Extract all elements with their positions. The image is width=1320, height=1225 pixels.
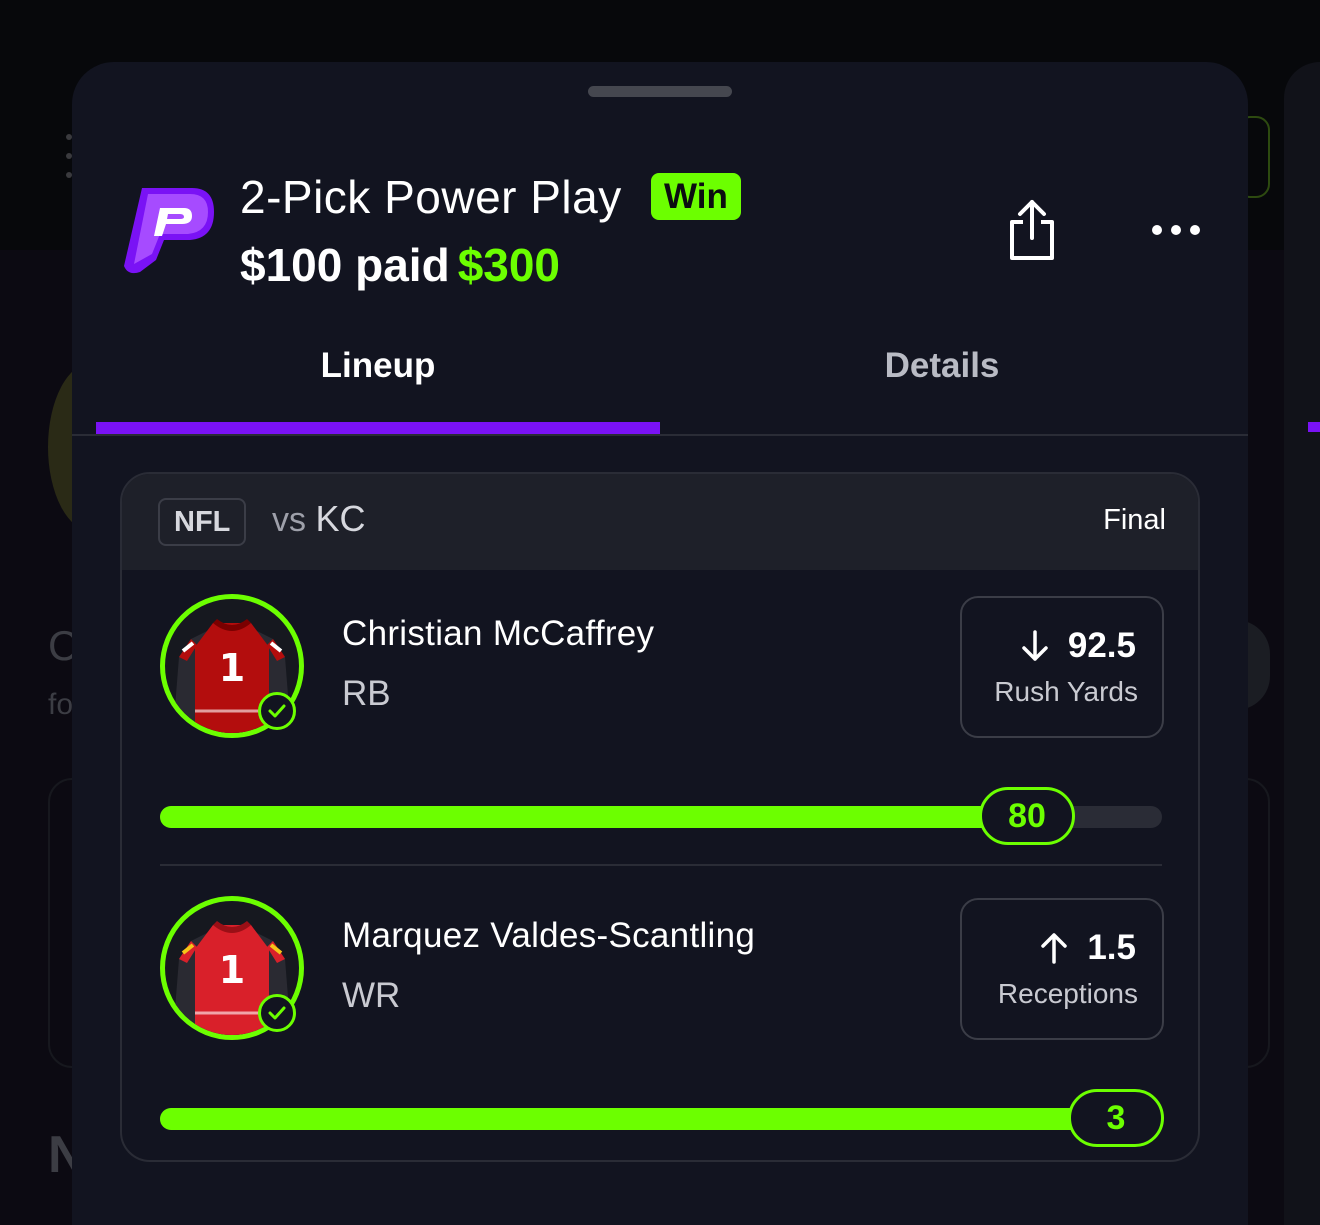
won-amount: $300 (457, 239, 561, 291)
game-status: Final (1103, 504, 1166, 536)
pick-divider (160, 864, 1162, 866)
line-value: 92.5 (1067, 626, 1136, 665)
vs-prefix: vs (272, 501, 306, 539)
jersey-number: 1 (219, 646, 245, 690)
league-badge: NFL (158, 498, 247, 546)
lineup-card: NFL vs KC Final 1 Christian McCaffrey RB… (120, 472, 1200, 1162)
game-header: NFL vs KC Final (122, 474, 1198, 570)
more-options-button[interactable] (1144, 210, 1208, 250)
opponent-label: vs KC (272, 498, 365, 540)
jersey-number: 1 (219, 948, 245, 992)
entry-title: 2-Pick Power Play (240, 171, 622, 223)
arrow-up-icon (1041, 933, 1068, 964)
check-icon (258, 994, 296, 1032)
progress-fill (160, 1108, 1162, 1130)
player-name: Christian McCaffrey (342, 614, 655, 653)
app-logo (120, 178, 218, 276)
more-dots-icon (1152, 225, 1162, 235)
entry-detail-sheet: 2-Pick Power Play Win $100 paid $300 Line… (72, 62, 1248, 1225)
projection-box: 92.5 Rush Yards (960, 596, 1164, 738)
arrow-down-icon (1022, 630, 1048, 661)
share-icon (1010, 200, 1054, 260)
share-button[interactable] (1000, 196, 1064, 264)
background-sheet (1284, 62, 1320, 1225)
active-tab-indicator (96, 422, 660, 434)
paid-amount: $100 paid (240, 239, 450, 291)
progress-fill (160, 806, 1027, 828)
opponent-team: KC (315, 498, 366, 539)
projection-line: 1.5 (1039, 928, 1136, 968)
background-tab-indicator (1308, 422, 1320, 432)
progress-bar: 3 (160, 1089, 1164, 1147)
player-position: RB (342, 674, 391, 713)
progress-bar: 80 (160, 787, 1162, 845)
payout-line: $100 paid $300 (240, 238, 560, 292)
projection-box: 1.5 Receptions (960, 898, 1164, 1040)
check-icon (258, 692, 296, 730)
result-value: 80 (979, 787, 1075, 845)
player-name: Marquez Valdes-Scantling (342, 916, 756, 955)
player-position: WR (342, 976, 401, 1015)
stat-type: Rush Yards (994, 676, 1138, 707)
result-badge: Win (651, 173, 741, 220)
line-value: 1.5 (1087, 928, 1136, 967)
projection-line: 92.5 (1020, 626, 1136, 666)
stat-type: Receptions (997, 978, 1138, 1009)
tab-bar: Lineup Details (72, 330, 1248, 436)
background-text: fo (48, 688, 74, 721)
sheet-grabber[interactable] (588, 86, 732, 97)
pick-row[interactable]: 1 Christian McCaffrey RB 92.5 Rush Yards… (122, 592, 1198, 852)
tab-lineup[interactable]: Lineup (96, 330, 660, 434)
pick-row[interactable]: 1 Marquez Valdes-Scantling WR 1.5 Recept… (122, 894, 1198, 1154)
result-value: 3 (1068, 1089, 1164, 1147)
tab-details[interactable]: Details (660, 330, 1224, 434)
